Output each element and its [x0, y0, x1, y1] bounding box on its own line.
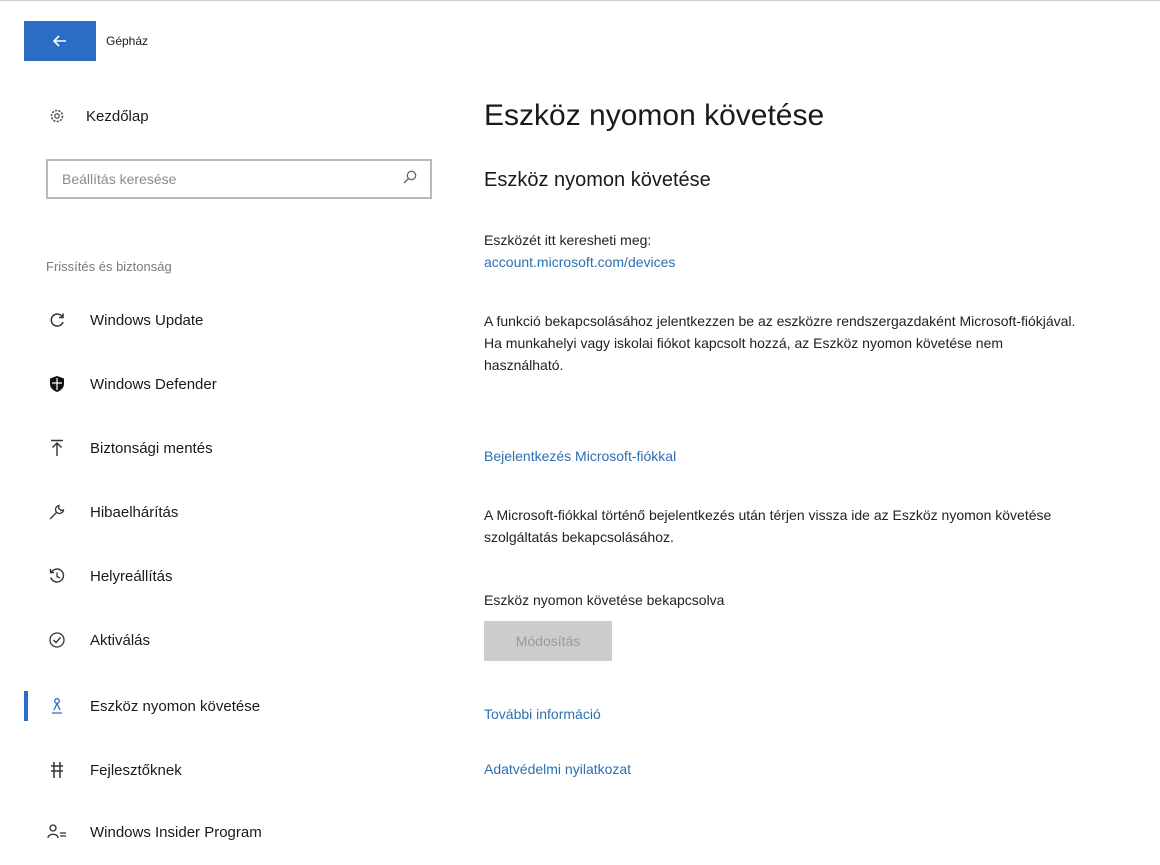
sidebar-item-label: Hibaelhárítás [90, 503, 179, 521]
sidebar-item-windows-defender[interactable]: Windows Defender [46, 367, 446, 401]
sidebar-item-label: Windows Defender [90, 375, 217, 393]
settings-search[interactable] [46, 159, 432, 199]
section-header: Frissítés és biztonság [46, 259, 172, 274]
modify-button[interactable]: Módosítás [484, 621, 612, 661]
privacy-link[interactable]: Adatvédelmi nyilatkozat [484, 761, 631, 777]
sidebar-home-label: Kezdőlap [86, 107, 149, 125]
sidebar-item-find-my-device[interactable]: Eszköz nyomon követése [46, 689, 446, 723]
sidebar-item-label: Windows Insider Program [90, 823, 262, 841]
sidebar: Kezdőlap Frissítés és biztonság Windows … [0, 91, 460, 865]
find-device-text: Eszközét itt keresheti meg: [484, 232, 652, 248]
sidebar-item-insider-program[interactable]: Windows Insider Program [46, 815, 446, 849]
description-text: A funkció bekapcsolásához jelentkezzen b… [484, 313, 1076, 373]
back-arrow-icon [52, 35, 66, 47]
sidebar-home[interactable]: Kezdőlap [46, 101, 149, 131]
sidebar-item-activation[interactable]: Aktiválás [46, 623, 446, 657]
settings-window: Gépház Kezdőlap Frissítés és biztonság [0, 0, 1160, 865]
title-bar: Gépház [0, 1, 1160, 61]
sidebar-item-recovery[interactable]: Helyreállítás [46, 559, 446, 593]
after-signin-text: A Microsoft-fiókkal történő bejelentkezé… [484, 507, 1052, 545]
signin-link[interactable]: Bejelentkezés Microsoft-fiókkal [484, 448, 676, 464]
search-icon[interactable] [402, 169, 418, 190]
wrench-icon [46, 503, 68, 521]
section-title: Eszköz nyomon követése [484, 169, 711, 191]
sidebar-item-backup[interactable]: Biztonsági mentés [46, 431, 446, 465]
check-circle-icon [46, 631, 68, 649]
search-input[interactable] [62, 171, 402, 187]
back-button[interactable] [24, 21, 96, 61]
sidebar-item-troubleshoot[interactable]: Hibaelhárítás [46, 495, 446, 529]
devices-link[interactable]: account.microsoft.com/devices [484, 254, 675, 270]
active-indicator [24, 691, 28, 721]
sidebar-item-label: Aktiválás [90, 631, 151, 649]
sidebar-item-windows-update[interactable]: Windows Update [46, 303, 446, 337]
app-title: Gépház [106, 34, 149, 48]
sync-icon [46, 311, 68, 329]
sidebar-item-label: Fejlesztőknek [90, 761, 182, 779]
sidebar-item-label: Helyreállítás [90, 567, 173, 585]
sidebar-item-developers[interactable]: Fejlesztőknek [46, 753, 446, 787]
page-title: Eszköz nyomon követése [484, 99, 825, 132]
person-locate-icon [46, 697, 68, 715]
gear-icon [46, 107, 68, 125]
upload-icon [46, 439, 68, 457]
more-info-link[interactable]: További információ [484, 706, 601, 722]
sidebar-item-label: Biztonsági mentés [90, 439, 213, 457]
status-text: Eszköz nyomon követése bekapcsolva [484, 592, 725, 608]
sidebar-item-label: Windows Update [90, 311, 204, 329]
history-icon [46, 567, 68, 585]
developer-icon [46, 761, 68, 779]
shield-icon [46, 375, 68, 393]
sidebar-item-label: Eszköz nyomon követése [90, 697, 261, 715]
insider-icon [46, 823, 68, 841]
